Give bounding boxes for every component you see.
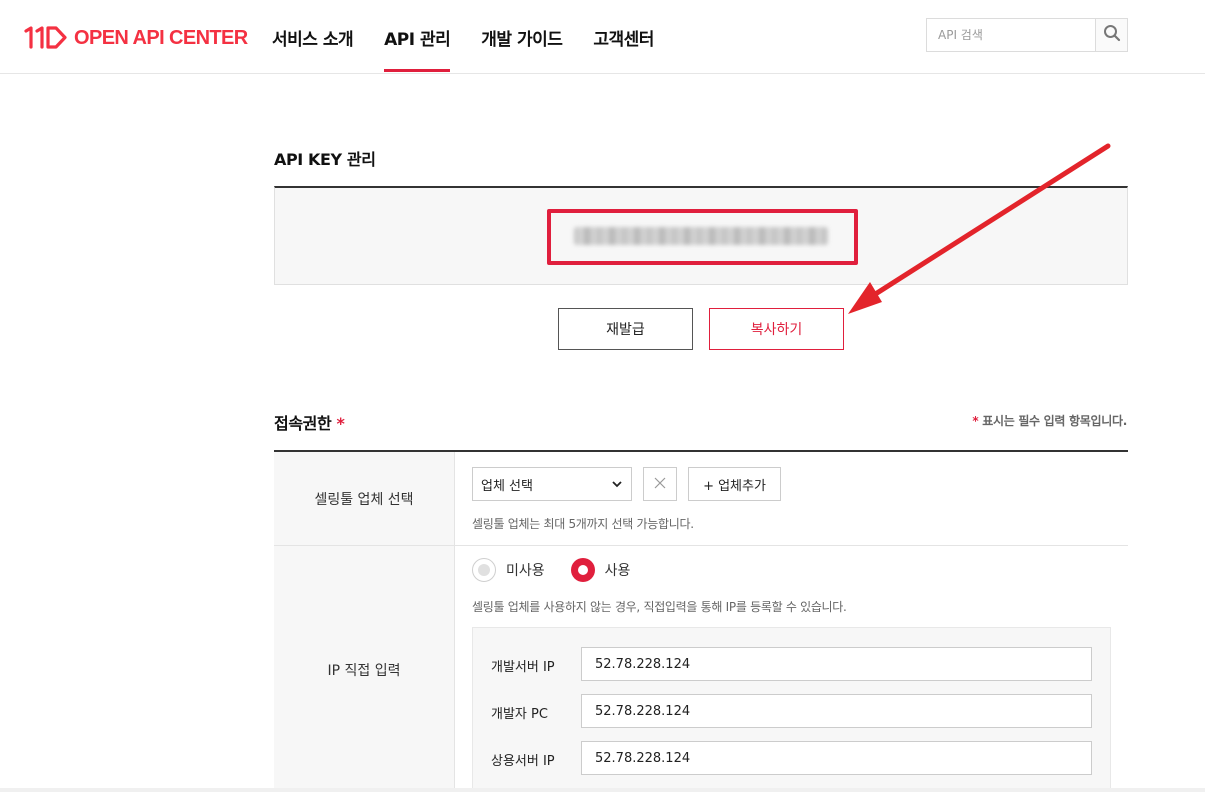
search-icon xyxy=(1103,24,1121,46)
ip-label-dev-server: 개발서버 IP xyxy=(491,660,555,675)
logo-text: OPEN API CENTER xyxy=(74,26,248,49)
api-search xyxy=(926,18,1128,52)
required-note-text: 표시는 필수 입력 항목입니다. xyxy=(982,414,1127,428)
ip-row-prod-server: 상용서버 IP xyxy=(473,741,1112,775)
seller-tool-label: 셀링툴 업체 선택 xyxy=(274,452,455,545)
nav-item-customer-center[interactable]: 고객센터 xyxy=(593,0,654,74)
required-star: * xyxy=(336,414,345,433)
vendor-select[interactable]: 업체 선택 xyxy=(472,467,632,501)
ip-usage-radio-group: 미사용 사용 xyxy=(472,558,656,582)
radio-unused-label: 미사용 xyxy=(506,563,545,579)
ip-direct-label: IP 직접 입력 xyxy=(274,546,455,792)
ip-input-dev-pc[interactable] xyxy=(581,694,1092,728)
chevron-down-icon xyxy=(611,478,623,494)
ip-input-dev-server[interactable] xyxy=(581,647,1092,681)
close-icon xyxy=(653,475,667,494)
ip-input-box: 개발서버 IP 개발자 PC 상용서버 IP xyxy=(472,627,1111,792)
ip-label-prod-server: 상용서버 IP xyxy=(491,754,555,769)
radio-used-label: 사용 xyxy=(604,563,631,579)
annotation-highlight-box xyxy=(547,209,858,265)
top-header: OPEN API CENTER 서비스 소개 API 관리 개발 가이드 고객센… xyxy=(0,0,1205,74)
ip-label-dev-pc: 개발자 PC xyxy=(491,707,548,722)
ip-direct-help: 셀링툴 업체를 사용하지 않는 경우, 직접입력을 통해 IP를 등록할 수 있… xyxy=(472,600,847,614)
copy-button[interactable]: 복사하기 xyxy=(709,308,844,350)
nav-item-service-intro[interactable]: 서비스 소개 xyxy=(272,0,354,74)
access-table: 셀링툴 업체 선택 업체 선택 + 업체추가 셀링툴 업체는 최대 5개까지 선… xyxy=(274,450,1128,792)
search-input[interactable] xyxy=(927,19,1095,51)
nav-item-dev-guide[interactable]: 개발 가이드 xyxy=(481,0,563,74)
access-title-wrap: 접속권한 * xyxy=(274,410,345,434)
radio-unused[interactable]: 미사용 xyxy=(472,558,545,582)
seller-tool-help: 셀링툴 업체는 최대 5개까지 선택 가능합니다. xyxy=(472,517,694,531)
access-title: 접속권한 xyxy=(274,414,332,433)
main-nav: 서비스 소개 API 관리 개발 가이드 고객센터 xyxy=(272,0,685,74)
add-vendor-button[interactable]: + 업체추가 xyxy=(688,467,781,501)
brand-logo[interactable]: OPEN API CENTER xyxy=(24,24,248,52)
required-note-star: * xyxy=(972,414,979,428)
clear-vendor-button[interactable] xyxy=(643,467,677,501)
radio-used[interactable]: 사용 xyxy=(570,558,631,582)
ip-direct-row: IP 직접 입력 미사용 사용 셀링툴 업체를 사용하지 않는 경우, 직접입력… xyxy=(274,546,1128,792)
reissue-button[interactable]: 재발급 xyxy=(558,308,693,350)
radio-on-icon xyxy=(570,558,595,582)
api-key-title: API KEY 관리 xyxy=(274,150,376,169)
ip-row-dev-pc: 개발자 PC xyxy=(473,694,1112,728)
vendor-select-value: 업체 선택 xyxy=(481,478,533,494)
nav-item-api-management[interactable]: API 관리 xyxy=(384,0,451,74)
search-button[interactable] xyxy=(1095,19,1127,51)
bottom-divider xyxy=(0,788,1205,792)
ip-input-prod-server[interactable] xyxy=(581,741,1092,775)
ip-row-dev-server: 개발서버 IP xyxy=(473,647,1112,681)
required-note: * 표시는 필수 입력 항목입니다. xyxy=(972,412,1127,429)
eleven-logo-icon xyxy=(24,25,68,51)
radio-off-icon xyxy=(472,558,496,582)
seller-tool-row: 셀링툴 업체 선택 업체 선택 + 업체추가 셀링툴 업체는 최대 5개까지 선… xyxy=(274,452,1128,546)
